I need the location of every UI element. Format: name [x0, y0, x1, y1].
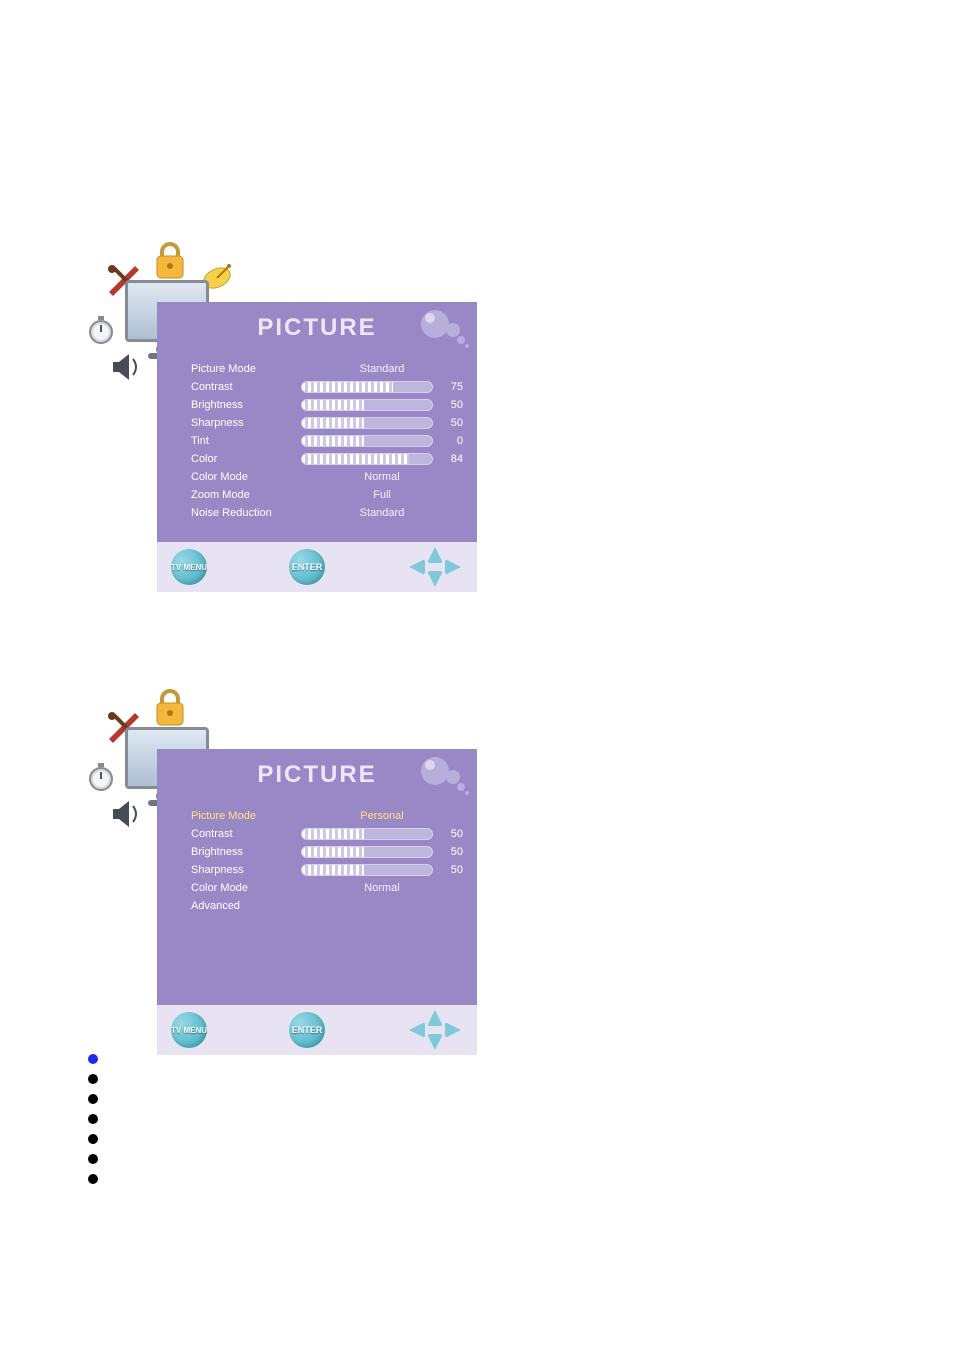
dpad-navigation[interactable]: [407, 1010, 463, 1050]
setting-label: Sharpness: [191, 417, 301, 429]
bullet-list: [88, 1044, 98, 1194]
bubbles-icon: [411, 306, 471, 348]
stopwatch-icon: [87, 761, 115, 798]
setting-label: Color: [191, 453, 301, 465]
setting-label: Noise Reduction: [191, 507, 301, 519]
setting-row-sharpness[interactable]: Sharpness 50: [191, 414, 463, 432]
enter-button[interactable]: ENTER: [289, 1012, 325, 1048]
slider-brightness[interactable]: 50: [301, 399, 463, 411]
setting-label: Brightness: [191, 399, 301, 411]
setting-value: 75: [437, 381, 463, 393]
panel-body: PICTURE Picture ModePersonalContrast50Br…: [157, 749, 477, 1005]
slider-contrast[interactable]: 50: [301, 828, 463, 840]
bullet-item: [88, 1174, 98, 1184]
setting-label: Contrast: [191, 381, 301, 393]
speaker-icon: [111, 352, 145, 387]
setting-label: Color Mode: [191, 882, 301, 894]
panel-footer: TV MENU ENTER: [157, 1005, 477, 1055]
setting-value: 50: [437, 864, 463, 876]
setting-row-contrast[interactable]: Contrast 50: [191, 825, 463, 843]
arrow-down-icon[interactable]: [427, 571, 443, 587]
setting-label: Zoom Mode: [191, 489, 301, 501]
settings-list-1: Picture ModeStandardContrast75Brightness…: [157, 352, 477, 532]
picture-menu-panel-1: PICTURE Picture ModeStandardContrast75Br…: [87, 242, 477, 592]
setting-value: Normal: [301, 471, 463, 483]
setting-row-brightness[interactable]: Brightness 50: [191, 843, 463, 861]
setting-value: Personal: [301, 810, 463, 822]
setting-value: 50: [437, 417, 463, 429]
bullet-item: [88, 1074, 98, 1084]
slider-color[interactable]: 84: [301, 453, 463, 465]
slider-contrast[interactable]: 75: [301, 381, 463, 393]
slider-sharpness[interactable]: 50: [301, 864, 463, 876]
setting-value: Normal: [301, 882, 463, 894]
setting-label: Brightness: [191, 846, 301, 858]
bubbles-icon: [411, 753, 471, 795]
setting-value: 50: [437, 399, 463, 411]
setting-label: Picture Mode: [191, 810, 301, 822]
slider-sharpness[interactable]: 50: [301, 417, 463, 429]
arrow-down-icon[interactable]: [427, 1034, 443, 1050]
setting-row-color-mode[interactable]: Color ModeNormal: [191, 879, 463, 897]
setting-value: 50: [437, 846, 463, 858]
setting-label: Sharpness: [191, 864, 301, 876]
slider-tint[interactable]: 0: [301, 435, 463, 447]
setting-label: Contrast: [191, 828, 301, 840]
arrow-right-icon[interactable]: [445, 559, 461, 575]
setting-value: 50: [437, 828, 463, 840]
setting-row-sharpness[interactable]: Sharpness 50: [191, 861, 463, 879]
panel-footer: TV MENU ENTER: [157, 542, 477, 592]
setting-row-contrast[interactable]: Contrast 75: [191, 378, 463, 396]
bullet-item: [88, 1054, 98, 1064]
setting-row-color-mode[interactable]: Color ModeNormal: [191, 468, 463, 486]
arrow-up-icon[interactable]: [427, 547, 443, 563]
setting-row-brightness[interactable]: Brightness 50: [191, 396, 463, 414]
bullet-item: [88, 1154, 98, 1164]
dpad-navigation[interactable]: [407, 547, 463, 587]
setting-value: Standard: [301, 363, 463, 375]
setting-row-advanced[interactable]: Advanced: [191, 897, 463, 915]
arrow-up-icon[interactable]: [427, 1010, 443, 1026]
enter-button[interactable]: ENTER: [289, 549, 325, 585]
arrow-right-icon[interactable]: [445, 1022, 461, 1038]
lock-icon: [153, 242, 187, 285]
setting-row-color[interactable]: Color 84: [191, 450, 463, 468]
setting-value: Full: [301, 489, 463, 501]
setting-value: Standard: [301, 507, 463, 519]
setting-label: Picture Mode: [191, 363, 301, 375]
slider-brightness[interactable]: 50: [301, 846, 463, 858]
bullet-item: [88, 1114, 98, 1124]
setting-row-zoom-mode[interactable]: Zoom ModeFull: [191, 486, 463, 504]
setting-value: 0: [437, 435, 463, 447]
picture-menu-panel-2: PICTURE Picture ModePersonalContrast50Br…: [87, 689, 477, 1055]
setting-row-picture-mode[interactable]: Picture ModePersonal: [191, 807, 463, 825]
setting-label: Advanced: [191, 900, 301, 912]
bullet-item: [88, 1134, 98, 1144]
setting-label: Tint: [191, 435, 301, 447]
lock-icon: [153, 689, 187, 732]
panel-body: PICTURE Picture ModeStandardContrast75Br…: [157, 302, 477, 542]
stopwatch-icon: [87, 314, 115, 351]
arrow-left-icon[interactable]: [409, 559, 425, 575]
setting-row-picture-mode[interactable]: Picture ModeStandard: [191, 360, 463, 378]
setting-row-tint[interactable]: Tint 0: [191, 432, 463, 450]
settings-list-2: Picture ModePersonalContrast50Brightness…: [157, 799, 477, 925]
bullet-item: [88, 1094, 98, 1104]
setting-label: Color Mode: [191, 471, 301, 483]
tv-menu-button[interactable]: TV MENU: [171, 549, 207, 585]
setting-value: 84: [437, 453, 463, 465]
tv-menu-button[interactable]: TV MENU: [171, 1012, 207, 1048]
speaker-icon: [111, 799, 145, 834]
arrow-left-icon[interactable]: [409, 1022, 425, 1038]
setting-row-noise-reduction[interactable]: Noise ReductionStandard: [191, 504, 463, 522]
